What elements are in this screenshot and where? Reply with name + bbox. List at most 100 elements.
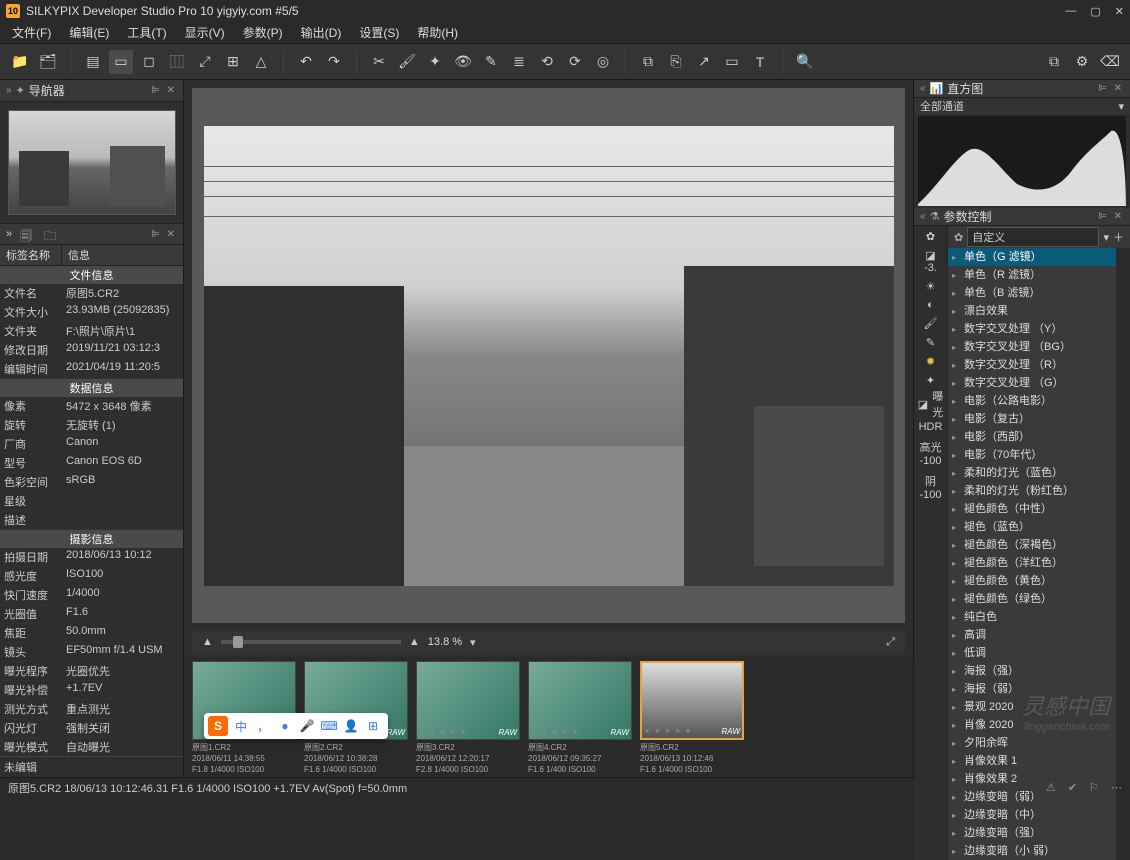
preset-item[interactable]: 褪色颜色（中性） — [948, 500, 1116, 518]
preset-item[interactable]: 电影（西部） — [948, 428, 1116, 446]
undo-icon[interactable]: ↶ — [294, 50, 318, 74]
collapse-icon[interactable]: « — [920, 83, 926, 94]
preset-item[interactable]: 单色（R 滤镜） — [948, 266, 1116, 284]
copy-icon[interactable]: ⧉ — [636, 50, 660, 74]
gear-icon[interactable]: ✿ — [954, 231, 963, 244]
preset-item[interactable]: 边缘变暗（弱） — [948, 788, 1116, 806]
channel-selector[interactable]: 全部通道▾ — [914, 98, 1130, 114]
preset-item[interactable]: 肖像效果 1 — [948, 752, 1116, 770]
minimize-button[interactable]: — — [1065, 5, 1076, 18]
view-compare-icon[interactable]: ◻ — [137, 50, 161, 74]
rotate-l-icon[interactable]: ⟲ — [535, 50, 559, 74]
preset-item[interactable]: 褪色颜色（绿色） — [948, 590, 1116, 608]
menu-item[interactable]: 设置(S) — [351, 22, 407, 43]
ime-button[interactable]: 👤 — [340, 716, 362, 736]
redeye-icon[interactable]: 👁 — [451, 50, 475, 74]
preset-item[interactable]: 肖像效果 2 — [948, 770, 1116, 788]
navigator-thumbnail[interactable] — [0, 102, 183, 223]
view-single-icon[interactable]: ▭ — [109, 50, 133, 74]
search-icon[interactable]: 🔍 — [793, 50, 817, 74]
rotate-r-icon[interactable]: ⟳ — [563, 50, 587, 74]
zoom-handle-icon[interactable]: ▲ — [409, 636, 420, 648]
preset-item[interactable]: 景观 2020 — [948, 698, 1116, 716]
ime-button[interactable]: ⌨ — [318, 716, 340, 736]
brush-icon[interactable]: 🖌 — [395, 50, 419, 74]
add-preset-icon[interactable]: ＋ — [1113, 229, 1124, 245]
filmstrip-item[interactable]: ★ ★ ★ ★ ★RAW原图5.CR22018/06/13 10:12:46F1… — [640, 661, 744, 773]
preset-item[interactable]: 海报（弱） — [948, 680, 1116, 698]
preset-item[interactable]: 电影（复古） — [948, 410, 1116, 428]
fit-icon[interactable]: ⤢ — [886, 636, 895, 649]
export-icon[interactable]: ↗ — [692, 50, 716, 74]
preset-item[interactable]: 海报（强） — [948, 662, 1116, 680]
view-multi-icon[interactable]: ⊞ — [221, 50, 245, 74]
preset-item[interactable]: 纯白色 — [948, 608, 1116, 626]
preset-item[interactable]: 夕阳余晖 — [948, 734, 1116, 752]
preset-item[interactable]: 单色（G 滤镜） — [948, 248, 1116, 266]
nr-cat-icon[interactable]: ✦ — [926, 374, 935, 387]
preset-item[interactable]: 数字交叉处理 （Y） — [948, 320, 1116, 338]
dropdown-icon[interactable]: ▾ — [1103, 231, 1109, 244]
view-split-icon[interactable]: ⿲ — [165, 50, 189, 74]
preset-item[interactable]: 电影（70年代） — [948, 446, 1116, 464]
preset-item[interactable]: 数字交叉处理 （G） — [948, 374, 1116, 392]
panel-controls[interactable]: ⊫ ✕ — [1098, 83, 1124, 94]
preset-item[interactable]: 漂白效果 — [948, 302, 1116, 320]
menu-item[interactable]: 参数(P) — [235, 22, 291, 43]
settings-icon[interactable]: ⚙ — [1070, 50, 1094, 74]
preset-item[interactable]: 边缘变暗（中） — [948, 806, 1116, 824]
gear-icon[interactable]: ✿ — [926, 230, 935, 243]
paste-icon[interactable]: ⎘ — [664, 50, 688, 74]
redo-icon[interactable]: ↷ — [322, 50, 346, 74]
preset-item[interactable]: 褪色颜色（洋红色） — [948, 554, 1116, 572]
preset-item[interactable]: 褪色颜色（深褐色） — [948, 536, 1116, 554]
ime-logo-icon[interactable]: S — [208, 716, 228, 736]
preset-item[interactable]: 褪色颜色（黄色） — [948, 572, 1116, 590]
ime-button[interactable]: 🎤 — [296, 716, 318, 736]
preset-item[interactable]: 单色（B 滤镜） — [948, 284, 1116, 302]
close-button[interactable]: ✕ — [1115, 5, 1124, 18]
ime-button[interactable]: ⊞ — [362, 716, 384, 736]
zoom-handle-icon[interactable]: ▲ — [202, 636, 213, 648]
path-icon[interactable]: ✎ — [479, 50, 503, 74]
menu-item[interactable]: 帮助(H) — [409, 22, 466, 43]
preset-item[interactable]: 低调 — [948, 644, 1116, 662]
panel-controls[interactable]: ⊫ ✕ — [1098, 211, 1124, 222]
exposure-cat-icon[interactable]: ◪ — [925, 249, 935, 262]
folder-tab-icon[interactable]: 🗀 — [44, 227, 60, 241]
lens-icon[interactable]: ◎ — [591, 50, 615, 74]
collapse-icon[interactable]: « — [920, 211, 926, 222]
preset-list[interactable]: 单色（G 滤镜）单色（R 滤镜）单色（B 滤镜）漂白效果数字交叉处理 （Y）数字… — [948, 248, 1116, 860]
wb-cat-icon[interactable]: ☀ — [926, 280, 936, 293]
preset-item[interactable]: 高调 — [948, 626, 1116, 644]
menu-item[interactable]: 编辑(E) — [61, 22, 117, 43]
contrast-cat-icon[interactable]: ◐ — [927, 299, 934, 311]
preset-item[interactable]: 褪色（蓝色） — [948, 518, 1116, 536]
collapse-icon[interactable]: » — [6, 228, 12, 240]
spot-icon[interactable]: ✦ — [423, 50, 447, 74]
menu-item[interactable]: 工具(T) — [119, 22, 174, 43]
tool-recent-icon[interactable]: 🗂 — [36, 50, 60, 74]
view-fullscreen-icon[interactable]: ⤢ — [193, 50, 217, 74]
ime-toolbar[interactable]: S 中，●🎤⌨👤⊞ — [204, 713, 388, 739]
preset-item[interactable]: 数字交叉处理 （BG） — [948, 338, 1116, 356]
color-cat-icon[interactable]: 🖌 — [924, 317, 938, 330]
preset-item[interactable]: 边缘变暗（强） — [948, 824, 1116, 842]
panel-controls[interactable]: ⊫ ✕ — [151, 229, 177, 240]
window-icon[interactable]: ⧉ — [1042, 50, 1066, 74]
zoom-dropdown-icon[interactable]: ▾ — [470, 636, 476, 649]
preset-item[interactable]: 柔和的灯光（粉红色） — [948, 482, 1116, 500]
filmstrip-item[interactable]: ★ ★ ★ ★ ★RAW原图4.CR22018/06/12 09:35:27F1… — [528, 661, 632, 773]
preset-item[interactable]: 数字交叉处理 （R） — [948, 356, 1116, 374]
preset-item[interactable]: 边缘变暗（小 弱） — [948, 842, 1116, 860]
crop-icon[interactable]: ✂ — [367, 50, 391, 74]
preset-item[interactable]: 肖像 2020 — [948, 716, 1116, 734]
view-warning-icon[interactable]: △ — [249, 50, 273, 74]
maximize-button[interactable]: ▢ — [1090, 5, 1100, 18]
erase-icon[interactable]: ⌫ — [1098, 50, 1122, 74]
slideshow-icon[interactable]: ▭ — [720, 50, 744, 74]
menu-item[interactable]: 显示(V) — [177, 22, 233, 43]
image-viewer[interactable] — [192, 88, 905, 623]
text-icon[interactable]: T — [748, 50, 772, 74]
collapse-icon[interactable]: » — [6, 85, 12, 96]
